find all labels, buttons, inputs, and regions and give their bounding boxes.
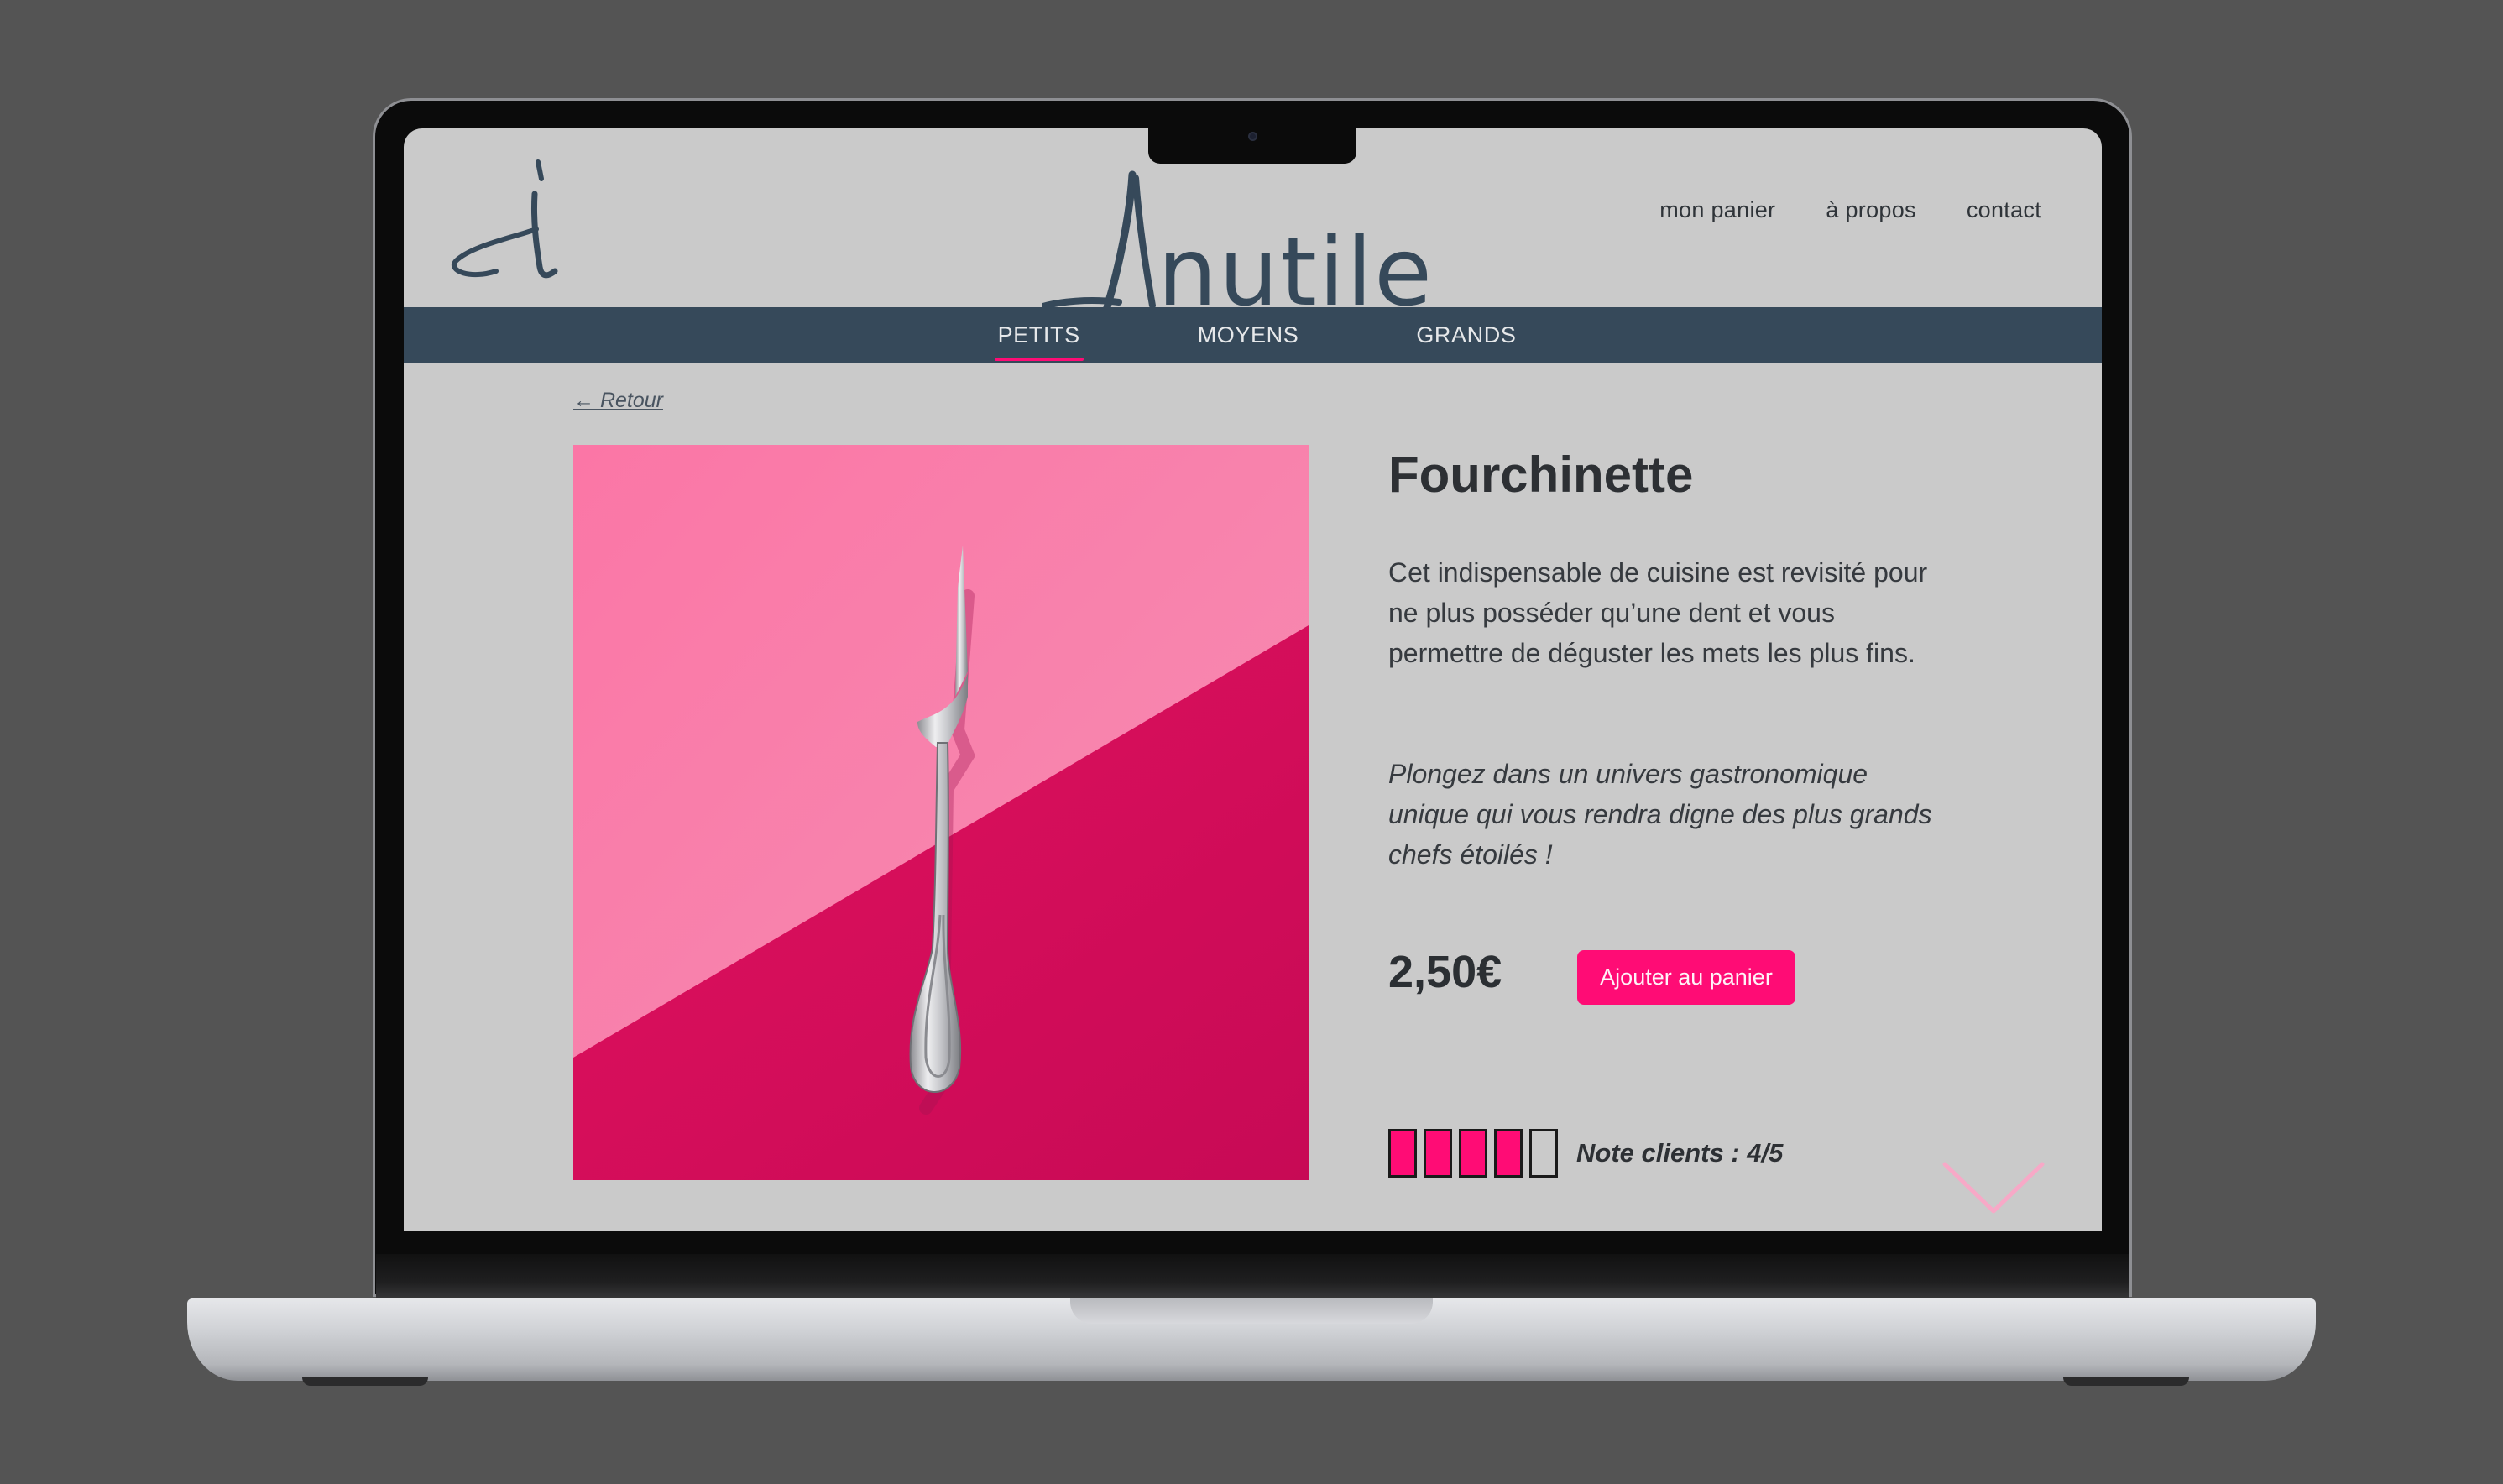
laptop-base-notch (1070, 1298, 1433, 1324)
product-image (573, 445, 1309, 1180)
nav-cart-link[interactable]: mon panier (1659, 197, 1775, 223)
brand-logo-mark[interactable] (446, 154, 572, 288)
nav-contact-link[interactable]: contact (1967, 197, 2041, 223)
website-screen: nutile mon panier à propos contact PETIT… (404, 128, 2102, 1231)
rating-box-filled (1459, 1129, 1487, 1178)
chevron-down-icon[interactable] (1941, 1159, 2046, 1218)
tab-moyens[interactable]: MOYENS (1198, 307, 1299, 363)
product-description: Cet indispensable de cuisine est revisit… (1388, 557, 1928, 668)
add-to-cart-button[interactable]: Ajouter au panier (1577, 950, 1795, 1005)
rating-box-filled (1388, 1129, 1417, 1178)
tab-petits[interactable]: PETITS (994, 307, 1084, 363)
product-price: 2,50€ (1388, 947, 1502, 997)
rating-box-filled (1424, 1129, 1452, 1178)
product-title: Fourchinette (1388, 447, 1694, 503)
tab-grands[interactable]: GRANDS (1416, 307, 1516, 363)
rating-box-filled (1494, 1129, 1523, 1178)
laptop-foot (2063, 1377, 2189, 1386)
camera-lens (1248, 132, 1257, 141)
brand-wordmark[interactable]: nutile (1042, 166, 1445, 326)
laptop-hinge (376, 1254, 2129, 1301)
nav-about-link[interactable]: à propos (1826, 197, 1915, 223)
back-link[interactable]: ← Retour (573, 389, 663, 413)
top-nav: mon panier à propos contact (1659, 197, 2041, 223)
rating-label: Note clients : 4/5 (1576, 1138, 1784, 1168)
rating-box-empty (1529, 1129, 1558, 1178)
rating-boxes (1388, 1129, 1558, 1178)
product-tagline: Plongez dans un univers gastronomique un… (1388, 759, 1932, 870)
laptop-foot (302, 1377, 428, 1386)
category-bar: PETITS MOYENS GRANDS (404, 307, 2102, 363)
